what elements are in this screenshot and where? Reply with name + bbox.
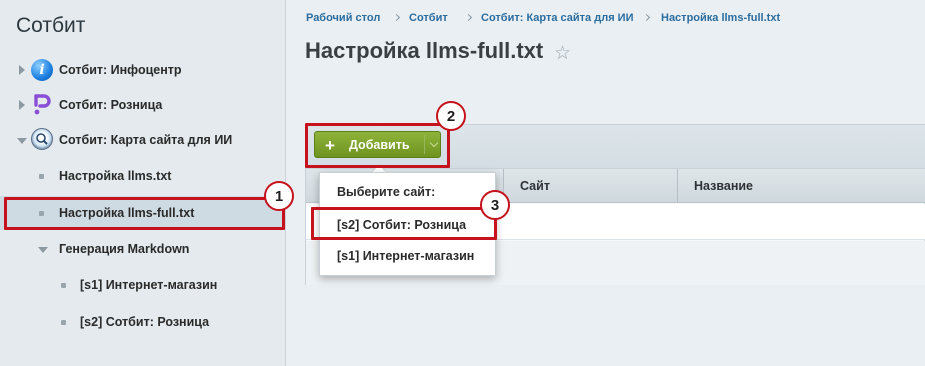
step-marker-1: 1 xyxy=(264,181,294,211)
menu-item-s1-store[interactable]: [s1] Интернет-магазин xyxy=(337,249,474,263)
column-header-name[interactable]: Название xyxy=(694,179,753,193)
sidebar: Сотбит i Сотбит: Инфоцентр Сотбит: Розни… xyxy=(0,0,286,366)
highlight-box-3 xyxy=(311,207,497,240)
sidebar-item-label: Настройка llms.txt xyxy=(59,169,172,183)
sidebar-item-label: Сотбит: Розница xyxy=(59,98,163,112)
sidebar-item-label: [s2] Сотбит: Розница xyxy=(80,315,210,329)
breadcrumb-link[interactable]: Сотбит: Карта сайта для ИИ xyxy=(481,12,634,24)
breadcrumb-link[interactable]: Рабочий стол xyxy=(306,12,380,24)
sidebar-title: Сотбит xyxy=(16,14,86,37)
collapse-arrow-icon[interactable] xyxy=(17,138,27,144)
sidebar-item-label: Генерация Markdown xyxy=(59,242,190,256)
retail-app-icon xyxy=(32,94,52,116)
breadcrumb-link[interactable]: Настройка llms-full.txt xyxy=(661,12,780,24)
column-separator xyxy=(677,169,678,203)
step-marker-3: 3 xyxy=(480,190,510,220)
collapse-arrow-icon[interactable] xyxy=(38,247,48,253)
sidebar-item-s1-store[interactable]: [s1] Интернет-магазин xyxy=(0,271,285,299)
sidebar-item-markdown-generation[interactable]: Генерация Markdown xyxy=(0,235,285,263)
bullet-icon xyxy=(61,283,66,288)
chevron-right-icon xyxy=(392,13,401,22)
expand-arrow-icon[interactable] xyxy=(19,100,25,110)
step-marker-2: 2 xyxy=(436,101,466,131)
star-icon[interactable]: ☆ xyxy=(554,42,571,65)
sidebar-item-retail[interactable]: Сотбит: Розница xyxy=(0,91,285,119)
chevron-right-icon xyxy=(642,13,651,22)
sidebar-item-s2-retail[interactable]: [s2] Сотбит: Розница xyxy=(0,308,285,336)
sidebar-item-label: Сотбит: Инфоцентр xyxy=(59,63,182,77)
sidebar-item-sitemap-ai[interactable]: Сотбит: Карта сайта для ИИ xyxy=(0,126,285,154)
bullet-icon xyxy=(61,320,66,325)
page-title: Настройка llms-full.txt xyxy=(305,38,544,63)
sidebar-item-llms-txt[interactable]: Настройка llms.txt xyxy=(0,162,285,190)
sitemap-ai-app-icon xyxy=(31,128,53,150)
bullet-icon xyxy=(39,174,44,179)
highlight-box-1 xyxy=(4,197,285,230)
sidebar-item-label: [s1] Интернет-магазин xyxy=(80,278,218,292)
expand-arrow-icon[interactable] xyxy=(19,65,25,75)
column-header-site[interactable]: Сайт xyxy=(520,179,550,193)
menu-header: Выберите сайт: xyxy=(337,185,436,199)
chevron-right-icon xyxy=(464,13,473,22)
sidebar-item-infocenter[interactable]: i Сотбит: Инфоцентр xyxy=(0,56,285,84)
sidebar-item-label: Сотбит: Карта сайта для ИИ xyxy=(59,133,233,147)
info-app-icon: i xyxy=(31,59,53,81)
breadcrumb-link[interactable]: Сотбит xyxy=(409,12,448,24)
highlight-box-2 xyxy=(305,123,450,168)
